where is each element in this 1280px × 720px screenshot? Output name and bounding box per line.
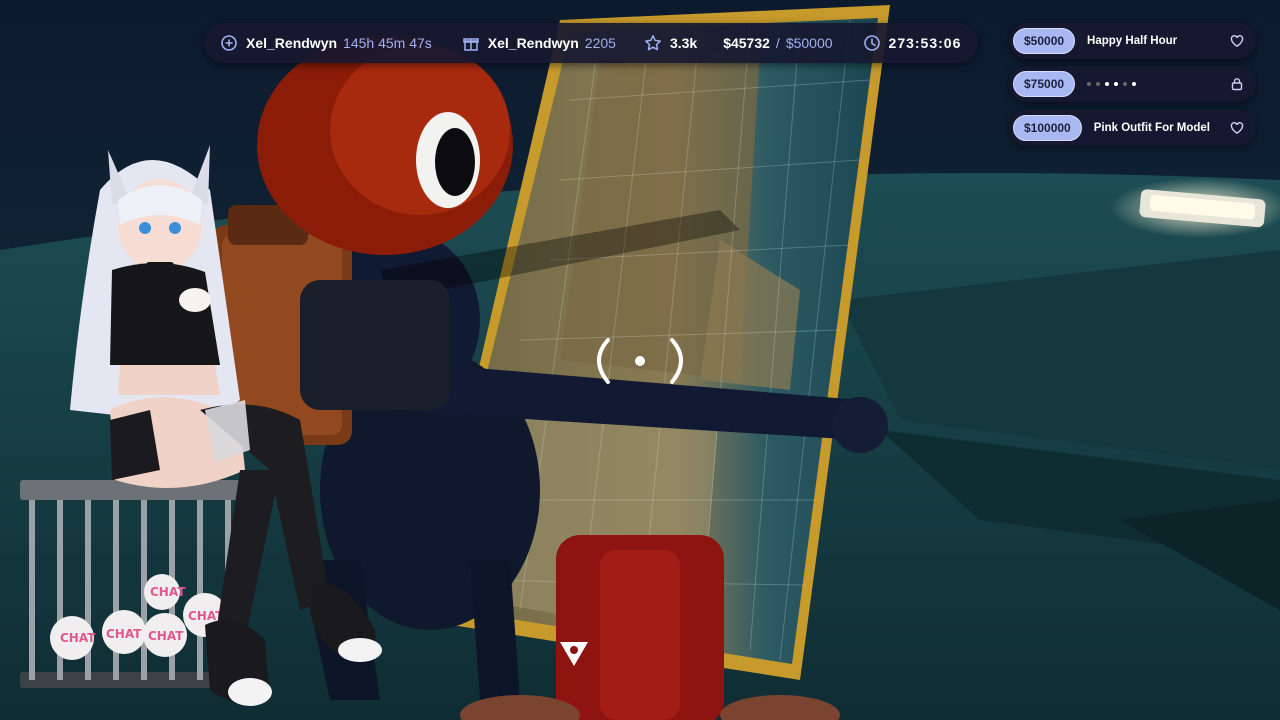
donation-goal-stat: $45732 / $50000 (723, 35, 832, 51)
donation-current: $45732 (723, 35, 770, 51)
donation-separator: / (775, 35, 780, 51)
followers-value: 3.3k (669, 35, 698, 51)
goal-amount: $75000 (1013, 71, 1076, 97)
latest-follower-name: Xel_Rendwyn (246, 35, 338, 51)
heart-icon (1230, 34, 1244, 48)
clock-icon (863, 34, 881, 52)
latest-sub-stat: Xel_Rendwyn 2205 (462, 34, 616, 52)
donation-goal: $50000 (785, 35, 833, 51)
game-scene: CHAT CHAT CHAT CHAT CHAT (0, 0, 1280, 720)
goal-amount: $100000 (1013, 115, 1082, 141)
latest-sub-name: Xel_Rendwyn (487, 35, 579, 51)
timer-value: 273:53:06 (888, 35, 962, 51)
heart-icon (1230, 121, 1244, 135)
goal-label: Pink Outfit For Model (1093, 122, 1210, 134)
latest-sub-value: 2205 (584, 35, 616, 51)
lock-icon (1230, 77, 1244, 91)
goal-item-locked: $75000 (1009, 66, 1256, 102)
locked-goal-indicator (1087, 82, 1230, 86)
followers-stat: 3.3k (644, 34, 697, 52)
star-icon (644, 34, 662, 52)
goal-label: Happy Half Hour (1087, 35, 1178, 47)
stream-stats-bar: Xel_Rendwyn 145h 45m 47s Xel_Rendwyn 220… (204, 23, 978, 63)
latest-follower-value: 145h 45m 47s (343, 35, 432, 51)
goal-amount: $50000 (1013, 28, 1076, 54)
plus-circle-icon (220, 34, 238, 52)
latest-follower-stat: Xel_Rendwyn 145h 45m 47s (220, 34, 432, 52)
gift-icon (462, 34, 480, 52)
goal-item: $50000 Happy Half Hour (1009, 23, 1256, 59)
cage-label: CHAT (148, 629, 184, 643)
cage-label: CHAT (106, 627, 142, 641)
cage-label: CHAT (150, 585, 186, 599)
timer-stat: 273:53:06 (863, 34, 962, 52)
goal-item: $100000 Pink Outfit For Model (1009, 110, 1256, 146)
cage-label: CHAT (60, 631, 96, 645)
